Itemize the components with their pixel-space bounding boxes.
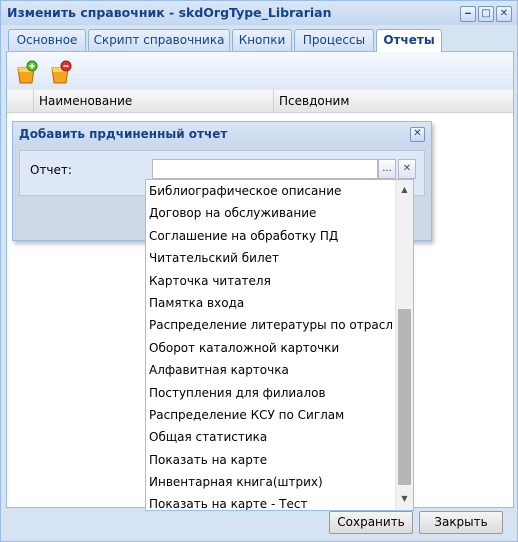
scroll-down-icon[interactable]: ▼	[396, 491, 413, 507]
window-title: Изменить справочник - skdOrgType_Librari…	[7, 5, 332, 20]
dropdown-option[interactable]: Распределение КСУ по Сиглам	[146, 404, 394, 426]
dropdown-option[interactable]: Инвентарная книга(штрих)	[146, 471, 394, 493]
minimize-icon[interactable]: ‒	[460, 6, 476, 22]
close-button[interactable]: Закрыть	[419, 511, 503, 534]
report-clear-button[interactable]: ✕	[398, 159, 416, 179]
add-report-button[interactable]	[13, 59, 39, 85]
dialog-titlebar[interactable]: Добавить прдчиненный отчет ✕	[13, 122, 431, 146]
scroll-up-icon[interactable]: ▲	[396, 182, 413, 198]
dropdown-option[interactable]: Показать на карте	[146, 449, 394, 471]
add-report-icon	[17, 60, 38, 84]
maximize-icon[interactable]: □	[478, 6, 494, 22]
dropdown-option[interactable]: Карточка читателя	[146, 270, 394, 292]
dropdown-items: Библиографическое описание Договор на об…	[146, 180, 396, 510]
report-combo-input[interactable]	[152, 159, 378, 179]
report-browse-button[interactable]: ...	[378, 159, 396, 179]
save-button[interactable]: Сохранить	[329, 511, 413, 534]
dropdown-option[interactable]: Договор на обслуживание	[146, 202, 394, 224]
tab-directory-script[interactable]: Скрипт справочника	[88, 29, 230, 51]
dropdown-option[interactable]: Соглашение на обработку ПД	[146, 225, 394, 247]
report-dropdown-list: Библиографическое описание Договор на об…	[145, 179, 414, 511]
reports-toolbar	[7, 52, 513, 90]
dropdown-option[interactable]: Памятка входа	[146, 292, 394, 314]
column-header-name[interactable]: Наименование	[33, 90, 273, 112]
tab-reports[interactable]: Отчеты	[376, 29, 442, 52]
tab-strip: Основное Скрипт справочника Кнопки Проце…	[6, 28, 514, 52]
tab-main[interactable]: Основное	[8, 29, 86, 51]
reports-grid-header: Наименование Псевдоним	[7, 90, 513, 113]
dropdown-option[interactable]: Библиографическое описание	[146, 180, 394, 202]
dropdown-option[interactable]: Общая статистика	[146, 426, 394, 448]
dropdown-option[interactable]: Распределение литературы по отрасл...	[146, 314, 394, 336]
dropdown-option[interactable]: Оборот каталожной карточки	[146, 337, 394, 359]
dialog-close-icon[interactable]: ✕	[410, 127, 425, 142]
tab-processes[interactable]: Процессы	[294, 29, 374, 51]
window-titlebar[interactable]: Изменить справочник - skdOrgType_Librari…	[1, 1, 517, 25]
close-icon[interactable]: ✕	[496, 6, 512, 22]
scrollbar-thumb[interactable]	[398, 309, 411, 485]
dialog-title: Добавить прдчиненный отчет	[19, 127, 228, 141]
dropdown-option[interactable]: Алфавитная карточка	[146, 359, 394, 381]
report-field-label: Отчет:	[30, 163, 72, 177]
remove-report-button[interactable]	[47, 59, 73, 85]
dropdown-option[interactable]: Показать на карте - Тест	[146, 493, 394, 510]
remove-report-icon	[51, 60, 72, 84]
column-header-alias[interactable]: Псевдоним	[273, 90, 513, 112]
dropdown-option[interactable]: Поступления для филиалов	[146, 382, 394, 404]
dropdown-scrollbar[interactable]: ▲ ▼	[395, 180, 413, 510]
tab-buttons[interactable]: Кнопки	[232, 29, 292, 51]
dropdown-option[interactable]: Читательский билет	[146, 247, 394, 269]
